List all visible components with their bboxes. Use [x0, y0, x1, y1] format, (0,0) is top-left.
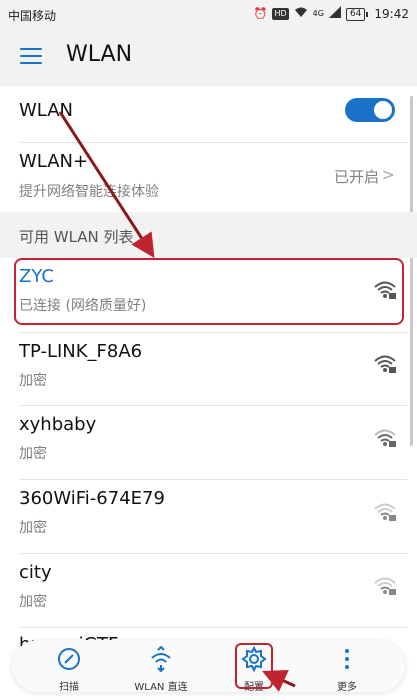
network-item[interactable]: 360WiFi-674E79 加密 [0, 480, 417, 554]
cell-signal-icon [328, 6, 341, 22]
annotation-highlight-frame [14, 258, 404, 325]
wlan-plus-label: WLAN+ [19, 151, 89, 172]
network-status: 加密 [19, 594, 47, 610]
more-button[interactable]: 更多 [312, 646, 382, 693]
wlan-direct-button[interactable]: WLAN 直连 [126, 645, 196, 693]
network-name: TP-LINK_F8A6 [19, 341, 143, 362]
wifi-signal-lock-icon [373, 576, 397, 596]
wlan-toggle-switch[interactable] [345, 98, 395, 122]
wifi-signal-lock-icon [373, 502, 397, 522]
bottom-toolbar: 扫描 WLAN 直连 配置 更多 [12, 640, 405, 693]
wlan-plus-status: 已开启 [333, 168, 379, 186]
network-status: 加密 [19, 373, 47, 389]
annotation-highlight-frame [235, 643, 273, 689]
toggle-knob [374, 101, 392, 119]
status-bar: 中国移动 ⏰ HD 4G 64 19:42 [0, 0, 417, 30]
available-networks-header: 可用 WLAN 列表 [0, 212, 417, 258]
page-title: WLAN [66, 42, 133, 67]
more-vertical-icon [345, 649, 349, 669]
chevron-right-icon: > [381, 165, 395, 184]
hd-badge: HD [272, 8, 289, 20]
more-label: 更多 [337, 682, 357, 693]
network-status: 加密 [19, 520, 47, 536]
app-bar: WLAN [0, 30, 417, 86]
status-icons: ⏰ HD 4G 64 19:42 [254, 6, 409, 22]
wlan-direct-icon [151, 645, 171, 673]
section-title: 可用 WLAN 列表 [19, 228, 134, 246]
scan-icon [58, 648, 80, 670]
scan-label: 扫描 [59, 682, 79, 693]
clock: 19:42 [374, 7, 409, 21]
wifi-signal-lock-icon [373, 428, 397, 448]
network-item[interactable]: city 加密 [0, 554, 417, 628]
network-name: xyhbaby [19, 414, 97, 435]
network-status: 加密 [19, 446, 47, 462]
network-item[interactable]: TP-LINK_F8A6 加密 [0, 333, 417, 407]
network-item[interactable]: xyhbaby 加密 [0, 406, 417, 480]
network-name: city [19, 562, 52, 583]
carrier-name: 中国移动 [8, 9, 57, 23]
network-type: 4G [312, 9, 324, 18]
alarm-icon: ⏰ [253, 7, 268, 20]
wifi-signal-lock-icon [373, 354, 397, 374]
wifi-status-icon [294, 6, 308, 22]
scan-button[interactable]: 扫描 [34, 646, 104, 693]
wlan-direct-label: WLAN 直连 [134, 682, 188, 693]
wlan-label: WLAN [19, 100, 74, 121]
menu-icon[interactable] [20, 48, 42, 66]
network-name: 360WiFi-674E79 [19, 488, 165, 509]
wlan-plus-description: 提升网络智能连接体验 [19, 184, 159, 200]
battery-icon: 64 [345, 7, 369, 21]
